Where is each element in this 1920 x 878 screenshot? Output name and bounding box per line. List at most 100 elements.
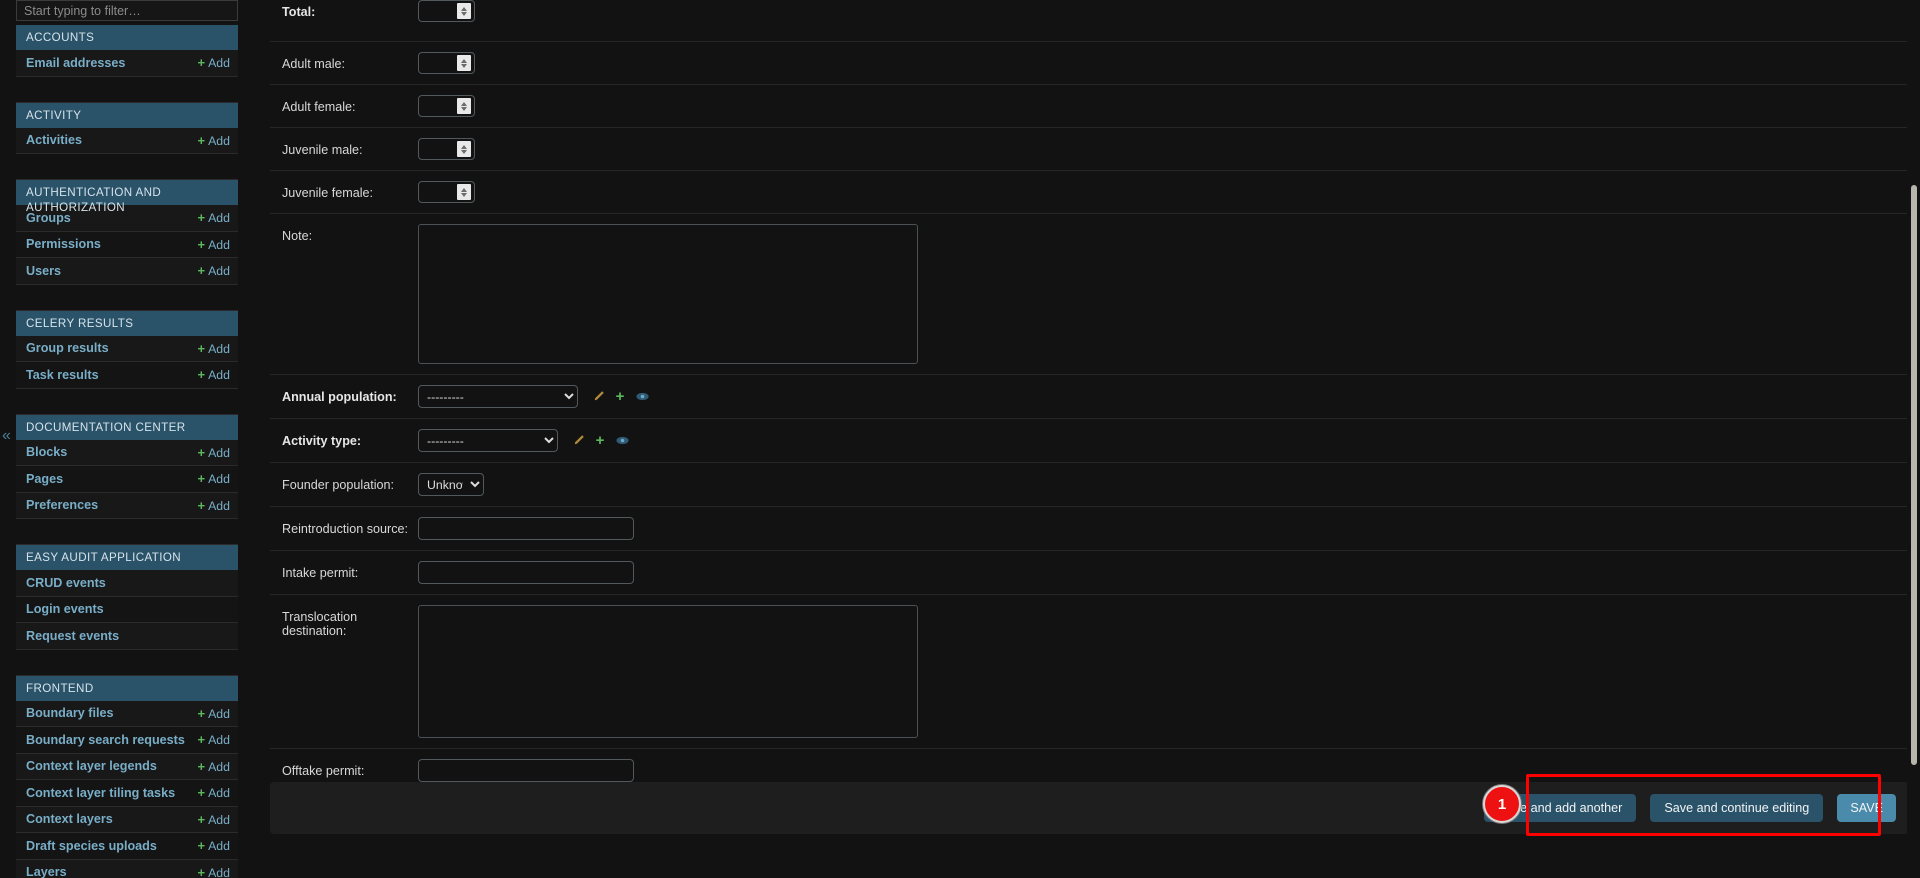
activity-type-select[interactable]: --------- <box>418 429 558 452</box>
sidebar-item-context-layer-tiling-tasks[interactable]: Context layer tiling tasks + Add <box>16 780 238 807</box>
offtake-permit-input[interactable] <box>418 759 634 782</box>
sidebar-add-link[interactable]: + Add <box>198 812 230 827</box>
sidebar-item-label[interactable]: Groups <box>26 211 71 225</box>
sidebar-add-link[interactable]: + Add <box>198 865 230 878</box>
label-juvenile-male: Juvenile male: <box>282 143 363 157</box>
spinner-icon[interactable] <box>457 98 471 114</box>
sidebar-add-link[interactable]: + Add <box>198 732 230 747</box>
label-founder-population: Founder population: <box>282 478 395 492</box>
sidebar-item-layers[interactable]: Layers + Add <box>16 859 238 878</box>
add-icon[interactable]: + <box>613 389 627 404</box>
sidebar-item-boundary-files[interactable]: Boundary files + Add <box>16 700 238 727</box>
sidebar-app-caption[interactable]: ACTIVITY <box>16 102 238 128</box>
sidebar-item-label[interactable]: Boundary search requests <box>26 733 185 747</box>
sidebar-collapse-icon[interactable]: « <box>2 428 11 444</box>
sidebar-add-link[interactable]: + Add <box>198 133 230 148</box>
sidebar-add-link[interactable]: + Add <box>198 785 230 800</box>
sidebar-add-link[interactable]: + Add <box>198 367 230 382</box>
sidebar-add-link[interactable]: + Add <box>198 263 230 278</box>
sidebar-filter-input[interactable] <box>16 0 238 21</box>
sidebar-item-context-layer-legends[interactable]: Context layer legends + Add <box>16 753 238 780</box>
sidebar-add-label: Add <box>208 472 230 487</box>
add-icon[interactable]: + <box>593 433 607 448</box>
sidebar-item-label[interactable]: Blocks <box>26 445 67 459</box>
sidebar-item-task-results[interactable]: Task results + Add <box>16 362 238 389</box>
sidebar-item-permissions[interactable]: Permissions + Add <box>16 231 238 258</box>
sidebar-add-link[interactable]: + Add <box>198 445 230 460</box>
note-textarea[interactable] <box>418 224 918 364</box>
view-icon[interactable] <box>635 390 649 404</box>
sidebar-add-link[interactable]: + Add <box>198 237 230 252</box>
spinner-icon[interactable] <box>457 184 471 200</box>
page-scrollbar-thumb[interactable] <box>1911 185 1917 765</box>
sidebar-app-caption[interactable]: CELERY RESULTS <box>16 310 238 336</box>
sidebar-add-link[interactable]: + Add <box>198 838 230 853</box>
annual-population-select[interactable]: --------- <box>418 385 578 408</box>
form-row-annual-population: Annual population: --------- + <box>270 375 1910 419</box>
sidebar-item-label[interactable]: Group results <box>26 341 109 355</box>
sidebar-item-email-addresses[interactable]: Email addresses + Add <box>16 50 238 77</box>
sidebar-item-label[interactable]: Permissions <box>26 237 101 251</box>
sidebar-add-link[interactable]: + Add <box>198 55 230 70</box>
sidebar-item-label[interactable]: Context layer tiling tasks <box>26 786 175 800</box>
founder-population-select[interactable]: Unknown <box>418 473 484 496</box>
sidebar-app-caption[interactable]: FRONTEND <box>16 675 238 701</box>
sidebar-item-label[interactable]: Pages <box>26 472 63 486</box>
sidebar-item-request-events[interactable]: Request events <box>16 623 238 650</box>
sidebar-item-blocks[interactable]: Blocks + Add <box>16 439 238 466</box>
spinner-icon[interactable] <box>457 141 471 157</box>
sidebar-item-login-events[interactable]: Login events <box>16 596 238 623</box>
edit-icon[interactable] <box>571 434 585 448</box>
view-icon[interactable] <box>615 434 629 448</box>
sidebar-item-label[interactable]: Layers <box>26 865 67 878</box>
sidebar-app-caption[interactable]: DOCUMENTATION CENTER <box>16 414 238 440</box>
sidebar-add-link[interactable]: + Add <box>198 210 230 225</box>
sidebar-app-group: AUTHENTICATION AND AUTHORIZATION Groups + A… <box>16 180 238 311</box>
page-scrollbar[interactable] <box>1907 0 1920 878</box>
spinner-icon[interactable] <box>457 3 471 19</box>
sidebar-item-preferences[interactable]: Preferences + Add <box>16 492 238 519</box>
sidebar-item-label[interactable]: Draft species uploads <box>26 839 157 853</box>
plus-icon: + <box>197 838 206 854</box>
save-and-continue-editing-button[interactable]: Save and continue editing <box>1650 794 1824 822</box>
sidebar-item-crud-events[interactable]: CRUD events <box>16 570 238 597</box>
sidebar-item-label[interactable]: Context layers <box>26 812 113 826</box>
translocation-destination-textarea[interactable] <box>418 605 918 738</box>
sidebar-add-label: Add <box>208 211 230 226</box>
sidebar-item-label[interactable]: Boundary files <box>26 706 113 720</box>
sidebar-add-link[interactable]: + Add <box>198 498 230 513</box>
edit-icon[interactable] <box>591 390 605 404</box>
sidebar-item-users[interactable]: Users + Add <box>16 258 238 285</box>
save-button[interactable]: SAVE <box>1837 794 1896 822</box>
sidebar-item-pages[interactable]: Pages + Add <box>16 466 238 493</box>
sidebar-add-link[interactable]: + Add <box>198 471 230 486</box>
form-row-total: Total: <box>270 0 1910 42</box>
sidebar-item-label[interactable]: CRUD events <box>26 576 106 590</box>
sidebar-item-label[interactable]: Context layer legends <box>26 759 157 773</box>
sidebar-app-caption[interactable]: ACCOUNTS <box>16 25 238 50</box>
intake-permit-input[interactable] <box>418 561 634 584</box>
label-adult-female: Adult female: <box>282 100 356 114</box>
total-input-wrap <box>418 0 475 22</box>
form-row-founder-population: Founder population: Unknown <box>270 463 1910 507</box>
sidebar-add-link[interactable]: + Add <box>198 759 230 774</box>
sidebar-app-group: ACCOUNTS Email addresses + Add <box>16 25 238 103</box>
sidebar-item-draft-species-uploads[interactable]: Draft species uploads + Add <box>16 833 238 860</box>
sidebar-app-caption[interactable]: AUTHENTICATION AND AUTHORIZATION <box>16 180 238 214</box>
sidebar-item-label[interactable]: Request events <box>26 629 119 643</box>
sidebar-add-link[interactable]: + Add <box>198 341 230 356</box>
spinner-icon[interactable] <box>457 55 471 71</box>
sidebar-item-label[interactable]: Task results <box>26 368 99 382</box>
sidebar-item-label[interactable]: Users <box>26 264 61 278</box>
sidebar-item-activities[interactable]: Activities + Add <box>16 127 238 154</box>
sidebar-item-label[interactable]: Login events <box>26 602 104 616</box>
sidebar-item-context-layers[interactable]: Context layers + Add <box>16 806 238 833</box>
reintroduction-source-input[interactable] <box>418 517 634 540</box>
sidebar-item-label[interactable]: Preferences <box>26 498 98 512</box>
sidebar-item-boundary-search-requests[interactable]: Boundary search requests + Add <box>16 727 238 754</box>
sidebar-item-label[interactable]: Activities <box>26 133 82 147</box>
sidebar-item-group-results[interactable]: Group results + Add <box>16 335 238 362</box>
sidebar-app-caption[interactable]: EASY AUDIT APPLICATION <box>16 545 238 570</box>
sidebar-add-link[interactable]: + Add <box>198 706 230 721</box>
sidebar-item-label[interactable]: Email addresses <box>26 56 125 70</box>
